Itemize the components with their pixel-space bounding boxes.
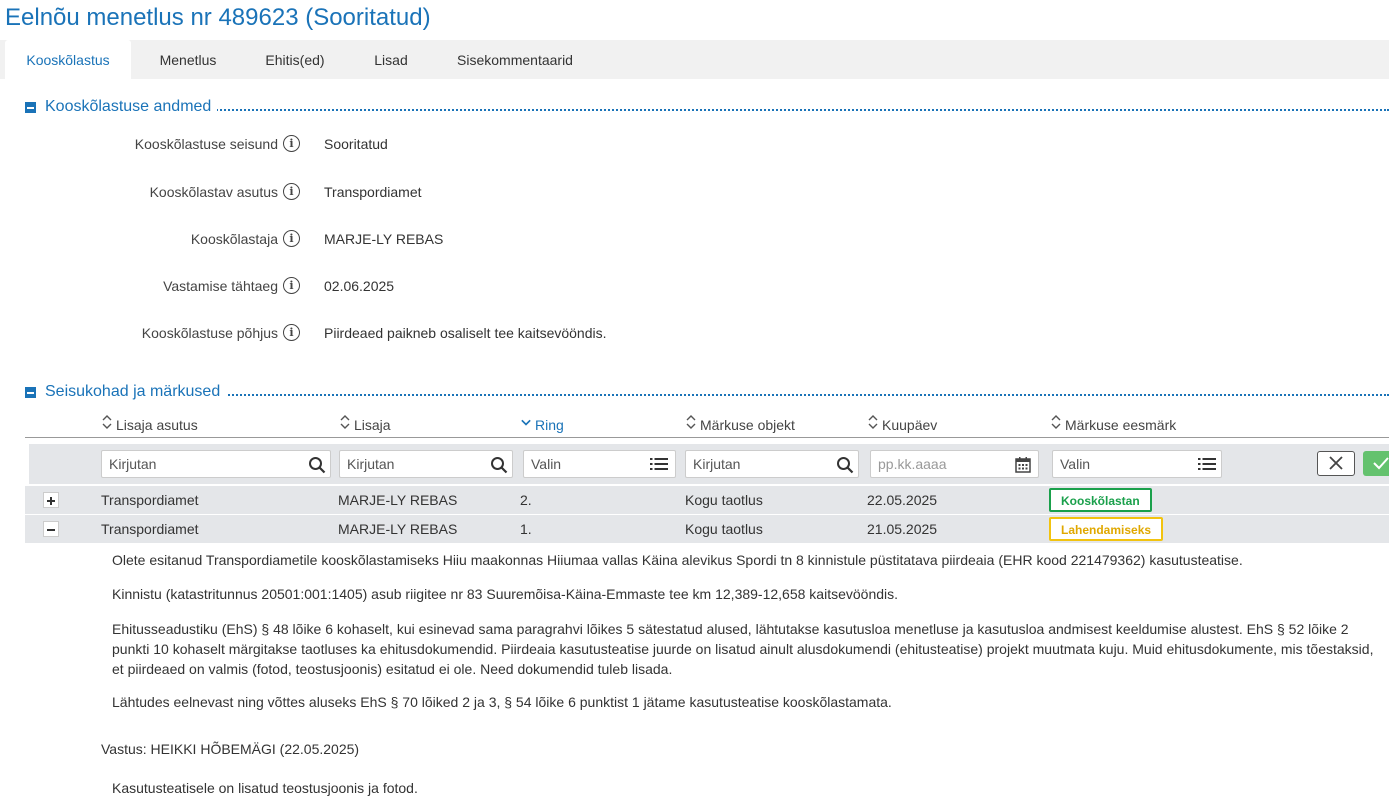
field-asutus: Kooskõlastav asutus i Transpordiamet (0, 181, 1389, 205)
info-circle-icon[interactable]: i (283, 135, 300, 152)
sort-icon (102, 415, 112, 429)
search-icon[interactable] (836, 456, 854, 474)
field-label: Kooskõlastav asutus (149, 184, 278, 200)
table-row[interactable]: Transpordiamet MARJE-LY REBAS 2. Kogu ta… (25, 486, 1389, 514)
list-icon[interactable] (650, 456, 668, 474)
info-circle-icon[interactable]: i (283, 183, 300, 200)
cell-ring: 2. (520, 492, 532, 508)
field-pohjus: Kooskõlastuse põhjus i Piirdeaed paikneb… (0, 322, 1389, 346)
comment-paragraph: Lähtudes eelnevast ning võttes aluseks E… (112, 694, 892, 710)
tab-bar: Kooskõlastus Menetlus Ehitis(ed) Lisad S… (0, 40, 1389, 79)
column-header-markuse-objekt[interactable]: Märkuse objekt (686, 414, 795, 436)
section-title: Seisukohad ja märkused (45, 383, 227, 401)
filter-kuupaev (870, 450, 1039, 478)
clear-filters-button[interactable] (1317, 451, 1355, 476)
filter-ring-select[interactable] (531, 456, 641, 472)
page-title: Eelnõu menetlus nr 489623 (Sooritatud) (5, 4, 431, 31)
column-header-label: Lisaja (354, 417, 391, 433)
close-icon (1329, 456, 1343, 470)
section-seisukohad: Seisukohad ja märkused (25, 383, 1389, 403)
section-divider (45, 394, 1389, 396)
column-header-label: Märkuse objekt (700, 417, 795, 433)
collapse-minus-icon[interactable] (43, 521, 59, 537)
field-value: 02.06.2025 (324, 278, 395, 294)
sort-icon (340, 415, 350, 429)
column-header-markuse-eesmark[interactable]: Märkuse eesmärk (1051, 414, 1176, 436)
filter-eesmark-select[interactable] (1060, 456, 1190, 472)
calendar-icon[interactable] (1015, 456, 1031, 474)
apply-filters-button[interactable] (1363, 451, 1389, 476)
filter-asutus-input[interactable] (109, 456, 259, 472)
column-header-lisaja[interactable]: Lisaja (340, 414, 391, 436)
section-kooskolastuse-andmed: Kooskõlastuse andmed (25, 98, 1389, 118)
field-tahtaeg: Vastamise tähtaeg i 02.06.2025 (0, 275, 1389, 299)
comment-paragraph: Kinnistu (katastritunnus 20501:001:1405)… (112, 586, 899, 602)
field-label: Kooskõlastuse seisund (134, 136, 278, 152)
field-value: Sooritatud (324, 136, 388, 152)
section-divider (45, 109, 1389, 111)
tab-ehitised[interactable]: Ehitis(ed) (254, 40, 336, 79)
cell-kuupaev: 22.05.2025 (867, 492, 938, 508)
collapse-icon[interactable] (25, 102, 36, 113)
info-circle-icon[interactable]: i (283, 277, 300, 294)
sort-icon (868, 415, 878, 429)
table-row[interactable]: Transpordiamet MARJE-LY REBAS 1. Kogu ta… (25, 515, 1389, 543)
collapse-icon[interactable] (25, 387, 36, 398)
filter-lisaja-input[interactable] (347, 456, 487, 472)
filter-objekt-input[interactable] (693, 456, 833, 472)
column-header-ring[interactable]: Ring (521, 414, 564, 436)
cell-ring: 1. (520, 521, 532, 537)
section-title: Kooskõlastuse andmed (45, 98, 218, 116)
search-icon[interactable] (490, 456, 508, 474)
expand-plus-icon[interactable] (43, 492, 59, 508)
cell-asutus: Transpordiamet (101, 492, 199, 508)
field-value: Transpordiamet (324, 184, 422, 200)
column-header-label: Ring (535, 417, 564, 433)
field-label: Kooskõlastuse põhjus (141, 325, 278, 341)
chevron-down-icon (521, 419, 531, 426)
field-kooskolastaja: Kooskõlastaja i MARJE-LY REBAS (0, 228, 1389, 252)
field-label: Kooskõlastaja (190, 231, 278, 247)
column-header-lisaja-asutus[interactable]: Lisaja asutus (102, 414, 198, 436)
answer-text: Kasutusteatisele on lisatud teostusjooni… (112, 780, 418, 796)
cell-lisaja: MARJE-LY REBAS (338, 521, 458, 537)
column-header-label: Kuupäev (882, 417, 938, 433)
answer-label: Vastus: HEIKKI HÕBEMÄGI (22.05.2025) (101, 741, 360, 757)
check-icon (1373, 457, 1389, 470)
filter-kuupaev-input[interactable] (878, 456, 1008, 472)
tab-menetlus[interactable]: Menetlus (143, 40, 233, 79)
comment-paragraph: Olete esitanud Transpordiametile kooskõl… (112, 552, 1243, 568)
column-header-label: Märkuse eesmärk (1065, 417, 1177, 433)
field-label: Vastamise tähtaeg (163, 278, 278, 294)
column-header-label: Lisaja asutus (116, 417, 198, 433)
comment-paragraph: Ehitusseadustiku (EhS) § 48 lõike 6 koha… (112, 621, 1374, 677)
field-value: Piirdeaed paikneb osaliselt tee kaitsevö… (324, 325, 607, 341)
field-value: MARJE-LY REBAS (324, 231, 444, 247)
header-divider (25, 437, 1389, 438)
list-icon[interactable] (1198, 456, 1216, 474)
tab-sisekommentaarid[interactable]: Sisekommentaarid (446, 40, 584, 79)
cell-lisaja: MARJE-LY REBAS (338, 492, 458, 508)
cell-objekt: Kogu taotlus (685, 521, 763, 537)
cell-kuupaev: 21.05.2025 (867, 521, 938, 537)
cell-objekt: Kogu taotlus (685, 492, 763, 508)
tab-lisad[interactable]: Lisad (360, 40, 422, 79)
tab-kooskolastus[interactable]: Kooskõlastus (5, 40, 131, 79)
field-seisund: Kooskõlastuse seisund i Sooritatud (0, 133, 1389, 157)
column-header-kuupaev[interactable]: Kuupäev (868, 414, 937, 436)
sort-icon (1051, 415, 1061, 429)
filter-eesmark[interactable] (1052, 450, 1222, 478)
status-badge: Kooskõlastan (1049, 488, 1152, 512)
info-circle-icon[interactable]: i (283, 230, 300, 247)
filter-lisaja (339, 450, 513, 478)
cell-asutus: Transpordiamet (101, 521, 199, 537)
filter-objekt (685, 450, 859, 478)
info-circle-icon[interactable]: i (283, 324, 300, 341)
filter-asutus (101, 450, 331, 478)
search-icon[interactable] (308, 456, 326, 474)
status-badge: Lahendamiseks (1049, 517, 1164, 541)
filter-ring[interactable] (523, 450, 676, 478)
sort-icon (686, 415, 696, 429)
